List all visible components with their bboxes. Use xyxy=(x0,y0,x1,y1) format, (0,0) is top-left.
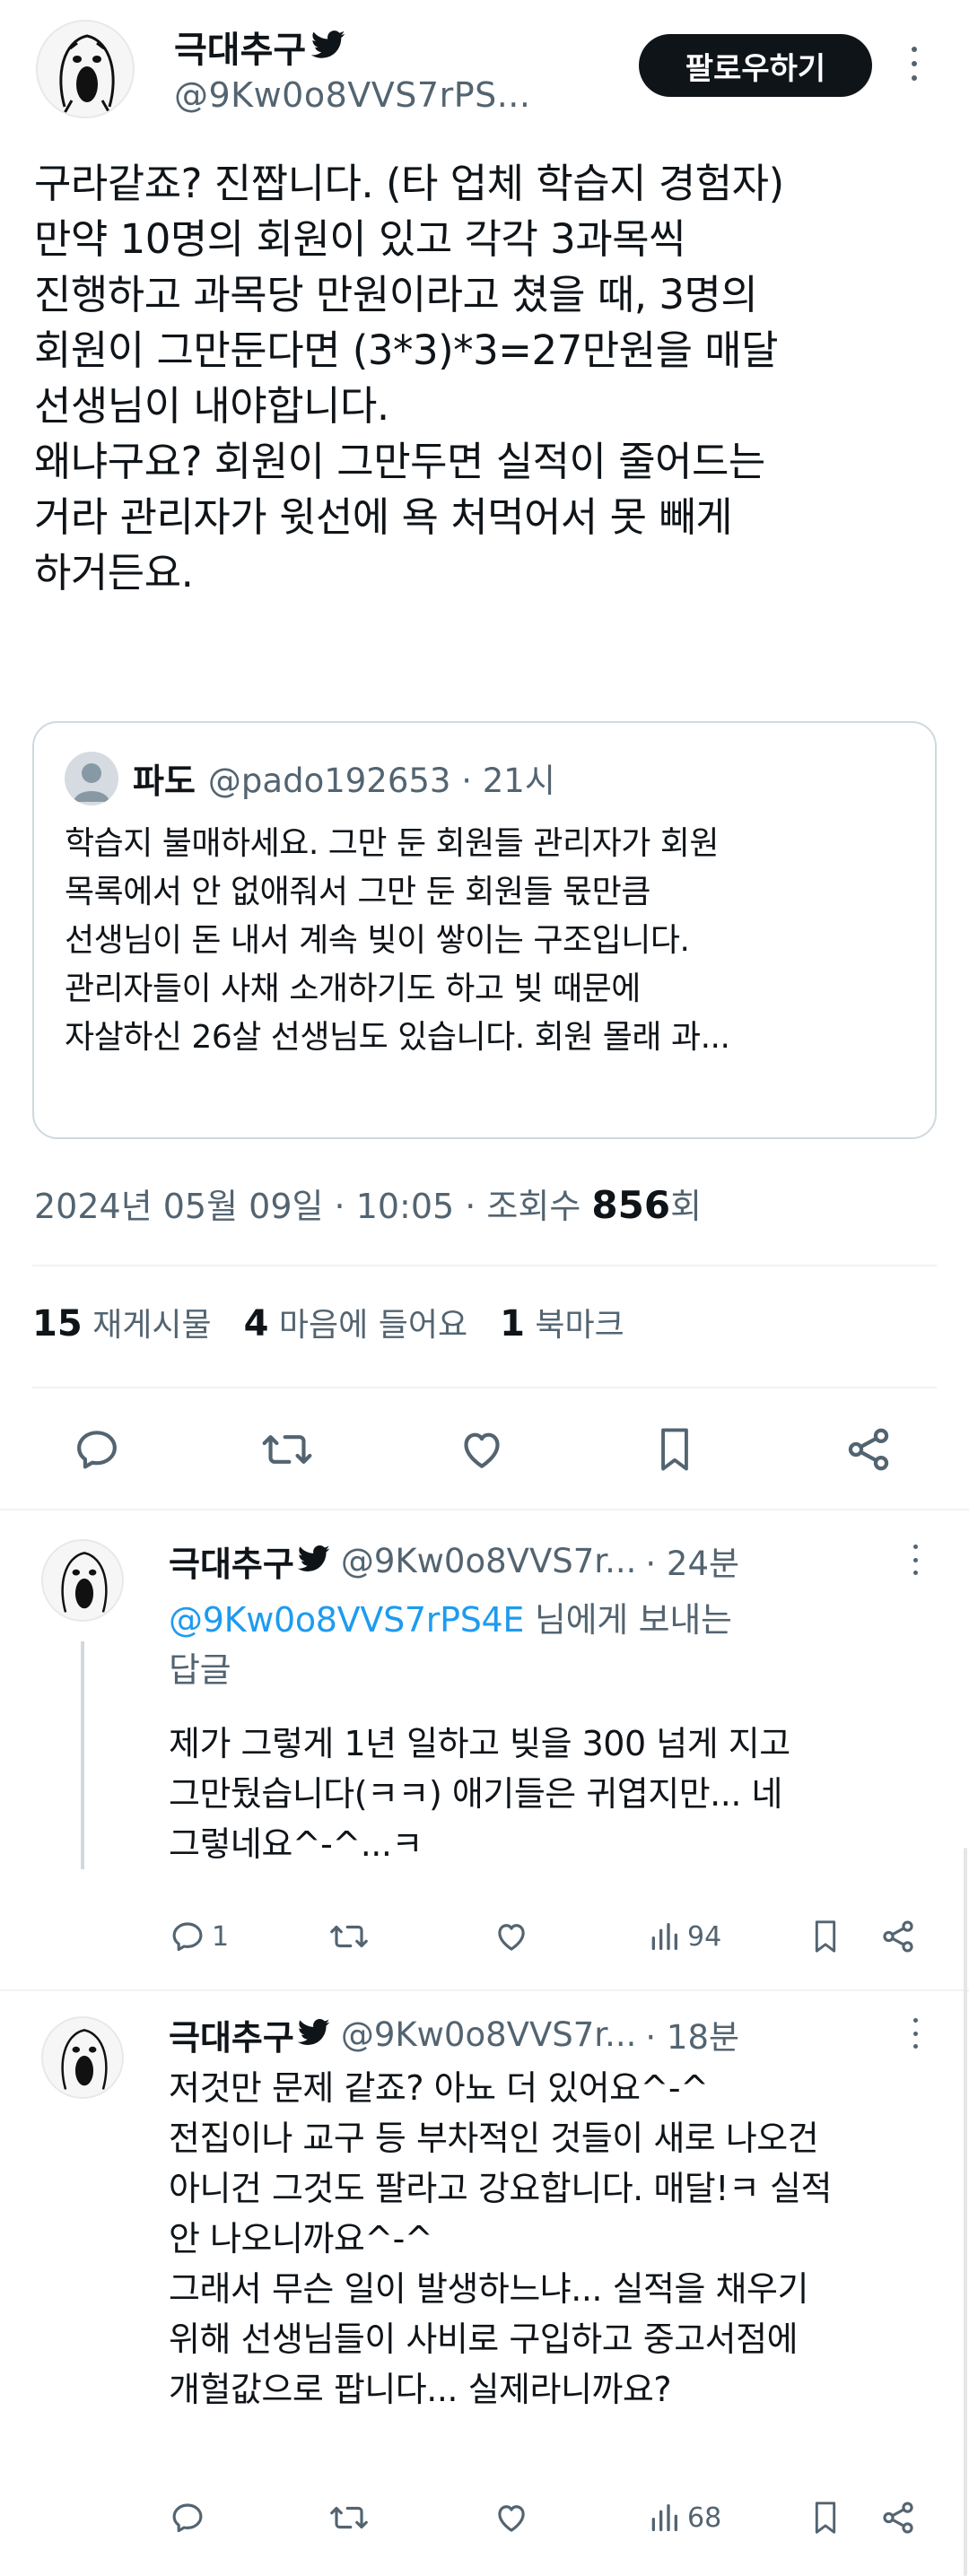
like-icon[interactable] xyxy=(492,1918,531,1959)
avatar[interactable] xyxy=(36,20,135,118)
reply-to-suffix: 님에게 보내는 xyxy=(524,1600,732,1640)
views-chart-icon xyxy=(651,1923,677,1950)
reply-icon[interactable] xyxy=(72,1424,122,1475)
reply-action-row: 1 94 xyxy=(169,1918,922,1961)
reply-text: 저것만 문제 같죠? 아뇨 더 있어요^-^ 전집이나 교구 등 부차적인 것들… xyxy=(169,2068,832,2409)
quote-text: 학습지 불매하세요. 그만 둔 회원들 관리자가 회원 목록에서 안 없애줘서 … xyxy=(65,825,730,1056)
more-dots-icon[interactable] xyxy=(910,47,919,81)
reply-to-line2: 답글 xyxy=(169,1650,231,1690)
reply-text: 제가 그렇게 1년 일하고 빚을 300 넘게 지고 그만뒀습니다(ㅋㅋ) 애기… xyxy=(169,1724,790,1864)
quote-handle-time: @pado192653 · 21시 xyxy=(207,761,555,800)
divider xyxy=(32,1387,937,1388)
verified-bird-icon xyxy=(297,2019,330,2049)
quote-avatar xyxy=(65,752,118,805)
share-icon[interactable] xyxy=(879,2499,917,2540)
reply-header: 극대추구 @9Kw0o8VVS7r... · 18분 xyxy=(169,2009,739,2059)
thread-line xyxy=(81,1641,84,1869)
view-count-suffix: 회 xyxy=(670,1187,703,1226)
retweet-icon[interactable] xyxy=(260,1424,314,1475)
tweet-meta: 2024년 05월 09일 · 10:05 · 조회수 856회 xyxy=(34,1179,702,1228)
view-count: 856 xyxy=(591,1183,671,1227)
more-dots-icon[interactable] xyxy=(912,2018,919,2049)
like-icon[interactable] xyxy=(492,2499,531,2540)
engagement-stats: 15 재게시물 4 마음에 들어요 1 북마크 xyxy=(32,1299,624,1345)
reply-author-name[interactable]: 극대추구 xyxy=(169,2010,294,2059)
views-chart-icon xyxy=(651,2504,677,2531)
follow-button[interactable]: 팔로우하기 xyxy=(639,34,872,97)
author-handle[interactable]: @9Kw0o8VVS7rPS... xyxy=(174,75,530,115)
screaming-face-icon xyxy=(38,22,133,117)
tweet-text: 구라같죠? 진짭니다. (타 업체 학습지 경험자) 만약 10명의 회원이 있… xyxy=(34,160,784,596)
share-icon[interactable] xyxy=(843,1424,894,1475)
quote-author-name: 파도 xyxy=(133,761,196,801)
reply-handle[interactable]: @9Kw0o8VVS7r... xyxy=(341,2015,637,2054)
verified-bird-icon xyxy=(311,30,345,63)
tweet-datetime[interactable]: 2024년 05월 09일 · 10:05 · 조회수 xyxy=(34,1187,591,1226)
reply-to-line: @9Kw0o8VVS7rPS4E 님에게 보내는 답글 xyxy=(169,1595,922,1695)
divider xyxy=(32,1265,937,1266)
bookmark-icon[interactable] xyxy=(808,2499,843,2540)
default-person-icon xyxy=(74,763,109,802)
verified-bird-icon xyxy=(297,1545,330,1576)
author-name-row[interactable]: 극대추구 xyxy=(174,22,345,72)
reply-header: 극대추구 @9Kw0o8VVS7r... · 24분 xyxy=(169,1536,739,1586)
like-icon[interactable] xyxy=(456,1424,508,1475)
bookmark-icon[interactable] xyxy=(651,1424,698,1475)
screaming-face-icon xyxy=(43,2018,122,2097)
reply-count: 1 xyxy=(212,1920,230,1953)
reply-action-row: 68 xyxy=(169,2499,922,2542)
avatar[interactable] xyxy=(41,2016,124,2099)
reply-time[interactable]: · 24분 xyxy=(645,1536,739,1585)
reply-time[interactable]: · 18분 xyxy=(645,2010,739,2058)
scrollbar[interactable] xyxy=(964,1848,967,2576)
views-button[interactable]: 94 xyxy=(646,1918,721,1955)
screaming-face-icon xyxy=(43,1541,122,1620)
bookmark-icon[interactable] xyxy=(808,1918,843,1959)
section-divider xyxy=(0,1509,969,1510)
share-icon[interactable] xyxy=(879,1918,917,1959)
quote-tweet[interactable]: 파도 @pado192653 · 21시 학습지 불매하세요. 그만 둔 회원들… xyxy=(32,721,937,1139)
retweet-icon[interactable] xyxy=(328,2499,370,2540)
avatar[interactable] xyxy=(41,1539,124,1622)
view-count: 94 xyxy=(687,1920,722,1953)
reply-icon xyxy=(172,1922,203,1952)
reply-icon[interactable] xyxy=(169,2499,206,2540)
likes-stat[interactable]: 4 마음에 들어요 xyxy=(244,1299,467,1345)
more-dots-icon[interactable] xyxy=(912,1545,919,1575)
view-count: 68 xyxy=(687,2502,722,2534)
retweets-stat[interactable]: 15 재게시물 xyxy=(32,1299,212,1345)
views-button[interactable]: 68 xyxy=(646,2499,721,2537)
reply-to-handle-link[interactable]: @9Kw0o8VVS7rPS4E xyxy=(169,1600,524,1640)
author-name[interactable]: 극대추구 xyxy=(174,21,306,73)
retweet-icon[interactable] xyxy=(328,1918,370,1959)
section-divider xyxy=(0,1989,969,1991)
reply-handle[interactable]: @9Kw0o8VVS7r... xyxy=(341,1542,637,1580)
reply-author-name[interactable]: 극대추구 xyxy=(169,1536,294,1586)
bookmarks-stat[interactable]: 1 북마크 xyxy=(500,1299,624,1345)
reply-button[interactable]: 1 xyxy=(169,1918,229,1955)
